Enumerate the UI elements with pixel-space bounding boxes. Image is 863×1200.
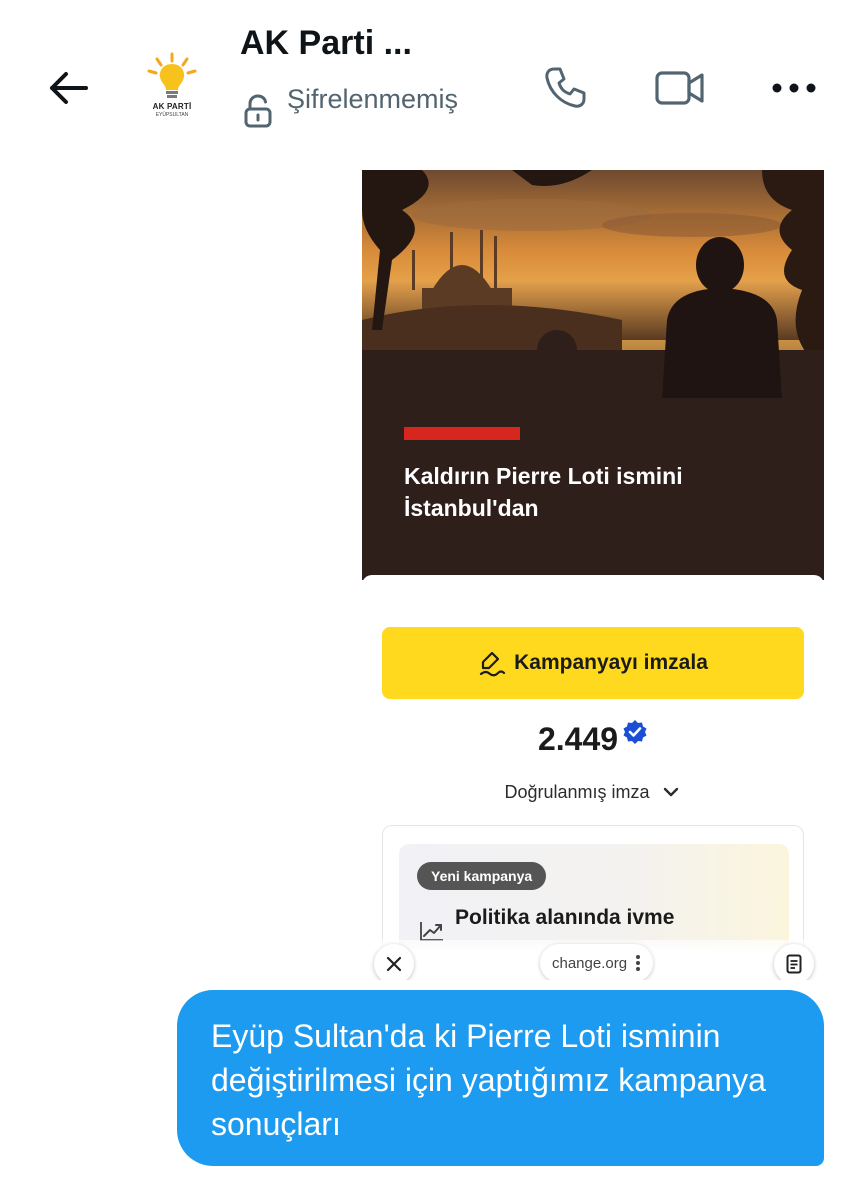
video-camera-icon <box>655 71 704 105</box>
close-preview-button[interactable] <box>374 944 414 980</box>
avatar-party-name: AK PARTİ <box>152 102 192 111</box>
encryption-label: Şifrelenmemiş <box>287 84 459 114</box>
istanbul-sunset-illustration <box>362 170 824 400</box>
vertical-dots-icon <box>636 955 641 971</box>
dm-conversation-screen: AK PARTİ EYÜPSULTAN AK Parti ... Şifrele… <box>0 0 863 1200</box>
sign-button-label: Kampanyayı imzala <box>514 651 708 674</box>
video-call-button[interactable] <box>652 60 708 116</box>
campaign-panel: Kampanyayı imzala 2.449 Doğrulanmış imza… <box>362 575 824 980</box>
new-campaign-badge: Yeni kampanya <box>417 862 547 890</box>
signature-count: 2.449 <box>537 721 619 757</box>
document-icon <box>786 954 802 974</box>
hero-image[interactable]: Kaldırın Pierre Loti ismini İstanbul'dan <box>362 170 824 580</box>
verified-signatures-label: Doğrulanmış imza <box>504 781 650 802</box>
voice-call-button[interactable] <box>537 60 593 116</box>
back-arrow-icon <box>50 72 88 104</box>
more-dots-icon <box>772 83 816 93</box>
unlocked-padlock-icon <box>244 94 272 128</box>
reader-mode-button[interactable] <box>774 944 814 980</box>
more-options-button[interactable] <box>766 60 822 116</box>
link-domain-pill[interactable]: change.org <box>540 944 654 980</box>
message-text: Eyüp Sultan'da ki Pierre Loti isminin de… <box>211 1018 766 1142</box>
phone-icon <box>545 67 586 108</box>
chevron-down-icon <box>663 787 678 797</box>
close-icon <box>386 956 402 972</box>
encryption-status[interactable]: Şifrelenmemiş <box>243 80 483 128</box>
avatar[interactable]: AK PARTİ EYÜPSULTAN <box>133 48 211 126</box>
link-preview-card[interactable]: Kaldırın Pierre Loti ismini İstanbul'dan… <box>362 170 824 980</box>
trending-up-icon <box>420 922 443 941</box>
link-domain: change.org <box>552 954 628 972</box>
accent-bar <box>404 427 520 440</box>
campaign-update-title: Politika alanında ivme <box>455 906 675 929</box>
sign-campaign-button[interactable]: Kampanyayı imzala <box>382 627 804 699</box>
avatar-district: EYÜPSULTAN <box>155 112 189 118</box>
back-button[interactable] <box>40 60 96 116</box>
message-bubble[interactable]: Eyüp Sultan'da ki Pierre Loti isminin de… <box>177 990 824 1166</box>
signature-count-row: 2.449 <box>362 720 824 758</box>
pen-signature-icon <box>480 651 506 677</box>
campaign-headline: Kaldırın Pierre Loti ismini İstanbul'dan <box>404 463 683 521</box>
link-preview-controls: change.org <box>362 940 824 980</box>
lightbulb-logo-icon <box>147 52 197 98</box>
chat-title[interactable]: AK Parti ... <box>240 24 520 63</box>
verified-badge-icon <box>623 720 647 744</box>
verified-signatures-toggle[interactable]: Doğrulanmış imza <box>362 781 824 803</box>
